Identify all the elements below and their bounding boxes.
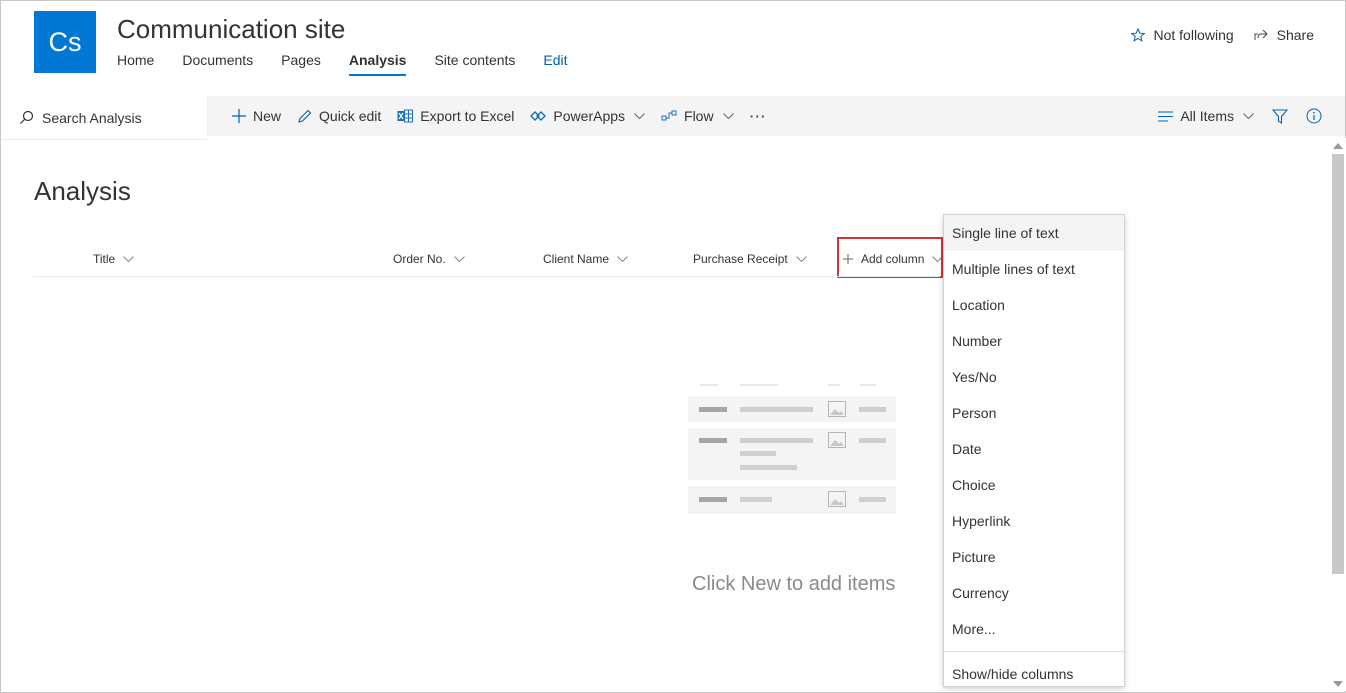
column-header-order-no[interactable]: Order No. [393, 252, 465, 266]
pencil-icon [298, 109, 312, 123]
list-icon [1158, 111, 1174, 121]
nav-documents[interactable]: Documents [182, 52, 253, 76]
column-header-label: Order No. [393, 252, 446, 266]
scrollbar-thumb[interactable] [1332, 154, 1344, 574]
column-header-label: Purchase Receipt [693, 252, 788, 266]
menu-item-hyperlink[interactable]: Hyperlink [944, 503, 1124, 539]
chevron-down-icon [123, 255, 135, 262]
column-header-purchase-receipt[interactable]: Purchase Receipt [693, 252, 807, 266]
empty-list-message: Click New to add items [692, 573, 896, 595]
command-bar-right: All Items [1158, 96, 1322, 136]
add-column-highlight [837, 237, 943, 278]
export-excel-button[interactable]: Export to Excel [397, 108, 514, 124]
search-icon [20, 110, 34, 124]
site-logo[interactable]: Cs [34, 11, 96, 73]
menu-item-single-line-text[interactable]: Single line of text [944, 215, 1124, 251]
empty-list-illustration [688, 384, 896, 514]
view-switcher[interactable]: All Items [1158, 108, 1254, 124]
new-label: New [253, 108, 282, 124]
chevron-down-icon [1243, 112, 1254, 119]
menu-item-choice[interactable]: Choice [944, 467, 1124, 503]
chevron-down-icon [617, 255, 628, 262]
chevron-down-icon [453, 255, 465, 262]
follow-button[interactable]: Not following [1131, 27, 1234, 43]
flow-button[interactable]: Flow [661, 108, 734, 124]
nav-pages[interactable]: Pages [281, 52, 321, 76]
column-header-title[interactable]: Title [93, 252, 135, 266]
share-icon [1254, 29, 1268, 40]
quick-edit-button[interactable]: Quick edit [297, 108, 381, 124]
column-header-label: Client Name [543, 252, 610, 266]
menu-item-more[interactable]: More... [944, 611, 1124, 647]
column-header-label: Title [93, 252, 116, 266]
share-label: Share [1276, 27, 1314, 43]
export-label: Export to Excel [420, 108, 515, 124]
nav-site-contents[interactable]: Site contents [434, 52, 515, 76]
menu-item-date[interactable]: Date [944, 431, 1124, 467]
filter-icon[interactable] [1272, 108, 1288, 124]
nav-analysis[interactable]: Analysis [348, 52, 407, 76]
chevron-down-icon [634, 112, 645, 119]
menu-divider [944, 651, 1124, 652]
star-icon [1131, 28, 1146, 42]
search-box[interactable]: Search Analysis [1, 96, 207, 140]
menu-item-person[interactable]: Person [944, 395, 1124, 431]
top-navigation: Home Documents Pages Analysis Site conte… [117, 52, 596, 76]
flow-label: Flow [684, 108, 714, 124]
powerapps-label: PowerApps [553, 108, 626, 124]
follow-label: Not following [1153, 27, 1234, 43]
view-label: All Items [1180, 108, 1234, 124]
add-column-menu: Single line of text Multiple lines of te… [943, 214, 1125, 687]
excel-icon [397, 109, 414, 123]
menu-item-show-hide-columns[interactable]: Show/hide columns [944, 656, 1124, 692]
powerapps-icon [530, 111, 547, 121]
column-header-client-name[interactable]: Client Name [543, 252, 628, 266]
site-title[interactable]: Communication site [117, 14, 345, 45]
menu-item-picture[interactable]: Picture [944, 539, 1124, 575]
header-actions: Not following Share [1131, 27, 1314, 43]
menu-item-location[interactable]: Location [944, 287, 1124, 323]
scroll-up-arrow[interactable] [1333, 142, 1343, 149]
scroll-down-arrow[interactable] [1333, 681, 1343, 688]
nav-edit[interactable]: Edit [543, 52, 567, 76]
header-divider [33, 276, 940, 277]
menu-item-currency[interactable]: Currency [944, 575, 1124, 611]
search-placeholder: Search Analysis [42, 109, 142, 126]
list-title: Analysis [34, 176, 131, 206]
chevron-down-icon [722, 112, 734, 119]
chevron-down-icon [795, 255, 807, 262]
menu-item-multiple-lines-text[interactable]: Multiple lines of text [944, 251, 1124, 287]
share-button[interactable]: Share [1254, 27, 1314, 43]
site-logo-text: Cs [48, 26, 82, 57]
powerapps-button[interactable]: PowerApps [530, 108, 645, 124]
more-commands-button[interactable]: ··· [750, 108, 767, 124]
more-icon: ··· [749, 108, 767, 124]
menu-item-number[interactable]: Number [944, 323, 1124, 359]
plus-icon [232, 109, 246, 123]
new-button[interactable]: New [232, 108, 281, 124]
nav-home[interactable]: Home [117, 52, 154, 76]
menu-item-yes-no[interactable]: Yes/No [944, 359, 1124, 395]
info-icon[interactable] [1306, 108, 1322, 124]
quick-edit-label: Quick edit [319, 108, 382, 124]
flow-icon [661, 110, 677, 121]
command-list: New Quick edit Export to Excel PowerApps… [232, 96, 783, 136]
